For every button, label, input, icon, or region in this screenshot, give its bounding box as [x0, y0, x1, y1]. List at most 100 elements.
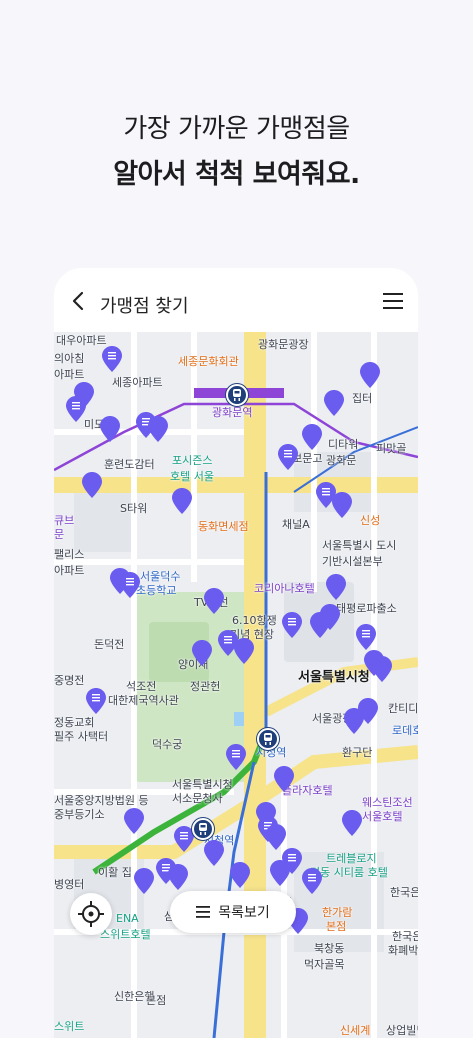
store-pin-icon[interactable]: [320, 604, 340, 630]
map-label: 아파트: [54, 368, 85, 381]
map-label: 서소문청사: [172, 792, 223, 805]
store-pin-icon[interactable]: [86, 688, 106, 714]
store-pin-icon[interactable]: [372, 656, 392, 682]
store-pin-icon[interactable]: [344, 708, 364, 734]
store-pin-icon[interactable]: [226, 744, 246, 770]
map-label: 병영터: [54, 878, 85, 891]
crosshair-location-icon: [78, 901, 104, 927]
map-label: 돈덕전: [94, 638, 125, 651]
store-pin-icon[interactable]: [360, 362, 380, 388]
store-pin-icon[interactable]: [332, 492, 352, 518]
map-label: 아파트: [54, 564, 85, 577]
map-label: S타워: [120, 502, 148, 515]
map-label: 광화문: [326, 454, 357, 467]
store-pin-icon[interactable]: [102, 346, 122, 372]
store-pin-icon[interactable]: [192, 640, 212, 666]
headline-line-1: 가장 가까운 가맹점을: [123, 114, 350, 144]
map-label: 문: [54, 528, 65, 541]
store-pin-icon[interactable]: [278, 444, 298, 470]
store-pin-icon[interactable]: [282, 612, 302, 638]
map-label: 서울호텔: [362, 810, 403, 823]
map-label: 본점: [326, 920, 347, 933]
list-icon: [196, 906, 211, 918]
store-pin-icon[interactable]: [66, 396, 86, 422]
map-label: 중부등기소: [54, 808, 105, 821]
hamburger-menu-icon[interactable]: [382, 292, 404, 310]
gps-locate-button[interactable]: [70, 893, 112, 935]
map-label: 디타워: [328, 438, 359, 451]
map-label: 신성: [360, 514, 381, 527]
map-label: 로데호: [392, 724, 418, 737]
map-label: 본점: [146, 994, 167, 1007]
store-pin-icon[interactable]: [266, 824, 286, 850]
store-pin-icon[interactable]: [204, 588, 224, 614]
map-label: 집터: [352, 392, 373, 405]
store-pin-icon[interactable]: [204, 840, 224, 866]
list-view-label: 목록보기: [218, 905, 270, 921]
page-title: 가맹점 찾기: [100, 296, 189, 317]
back-arrow-icon[interactable]: [68, 290, 90, 312]
store-pin-icon[interactable]: [302, 424, 322, 450]
map-label: 기반시설본부: [322, 555, 383, 568]
map-label: 태평로파출소: [336, 602, 397, 615]
map-label: 신세계: [340, 1024, 371, 1037]
store-pin-icon[interactable]: [172, 488, 192, 514]
store-pin-icon[interactable]: [342, 810, 362, 836]
map-label: 먹자골목: [304, 958, 345, 971]
store-pin-icon[interactable]: [120, 572, 140, 598]
list-view-button[interactable]: 목록보기: [170, 891, 296, 933]
map-label: 정관헌: [190, 680, 221, 693]
phone-frame: 가맹점 찾기 대우아파트 광화문광장 세종문화회관 의아침 아파트 세종아파트 …: [54, 268, 418, 1038]
map-label: 북창동: [314, 942, 345, 955]
map-label: 서울특별시 도시: [322, 539, 397, 552]
map-label: 피맛골: [376, 442, 407, 455]
map-label: 대우아파트: [56, 334, 107, 347]
store-pin-icon[interactable]: [356, 624, 376, 650]
map-label: 중명전: [54, 674, 85, 687]
map-label: 세종문화회관: [178, 355, 239, 368]
map-label: 이활 집: [98, 866, 132, 879]
map-label: 세종아파트: [112, 376, 163, 389]
store-pin-icon[interactable]: [168, 864, 188, 890]
map-label: 덕수궁: [152, 738, 183, 751]
map-label: 팰리스: [54, 548, 85, 561]
road-jongno: [54, 477, 418, 493]
store-pin-icon[interactable]: [326, 574, 346, 600]
app-bar: 가맹점 찾기: [54, 268, 418, 332]
map-label: 채널A: [282, 518, 310, 531]
map-label: 대한제국역사관: [108, 694, 179, 707]
store-pin-icon[interactable]: [124, 808, 144, 834]
store-pin-icon[interactable]: [270, 860, 290, 886]
station-gwanghwamun-icon[interactable]: [226, 384, 248, 406]
map-label: 칸티디: [388, 702, 418, 715]
store-pin-icon[interactable]: [302, 868, 322, 894]
store-pin-icon[interactable]: [234, 638, 254, 664]
map-label: 화폐박: [388, 944, 418, 957]
map-label: ENA: [116, 912, 139, 925]
map-label: 서울특별시청: [298, 670, 370, 685]
map-label: 환구단: [342, 746, 373, 759]
map-label: 동화면세점: [198, 520, 249, 533]
map-label: 훈련도감터: [104, 458, 155, 471]
store-pin-icon[interactable]: [148, 416, 168, 442]
station-cityhall-icon[interactable]: [257, 728, 279, 750]
store-pin-icon[interactable]: [230, 862, 250, 888]
map-label: 광화문광장: [258, 338, 309, 351]
map-label: 코리아나호텔: [254, 582, 315, 595]
store-pin-icon[interactable]: [100, 416, 120, 442]
store-pin-icon[interactable]: [274, 766, 294, 792]
store-pin-icon[interactable]: [174, 826, 194, 852]
headline-line-2: 알아서 척척 보여줘요.: [113, 159, 360, 190]
map-label: 호텔 서울: [170, 470, 214, 483]
store-pin-icon[interactable]: [324, 390, 344, 416]
map-label: 스위트: [54, 1020, 85, 1033]
map-label: 포시즌스: [172, 454, 213, 467]
map-label: 상업빌딩: [386, 1024, 418, 1037]
store-pin-icon[interactable]: [134, 868, 154, 894]
map-label: 필주 사택터: [54, 730, 109, 743]
map-label: 의아침: [54, 352, 85, 365]
map-label: 한국은: [390, 886, 418, 899]
store-pin-icon[interactable]: [82, 472, 102, 498]
map-label: 광화문역: [212, 406, 253, 419]
station-cityhall-2-icon[interactable]: [192, 818, 214, 840]
